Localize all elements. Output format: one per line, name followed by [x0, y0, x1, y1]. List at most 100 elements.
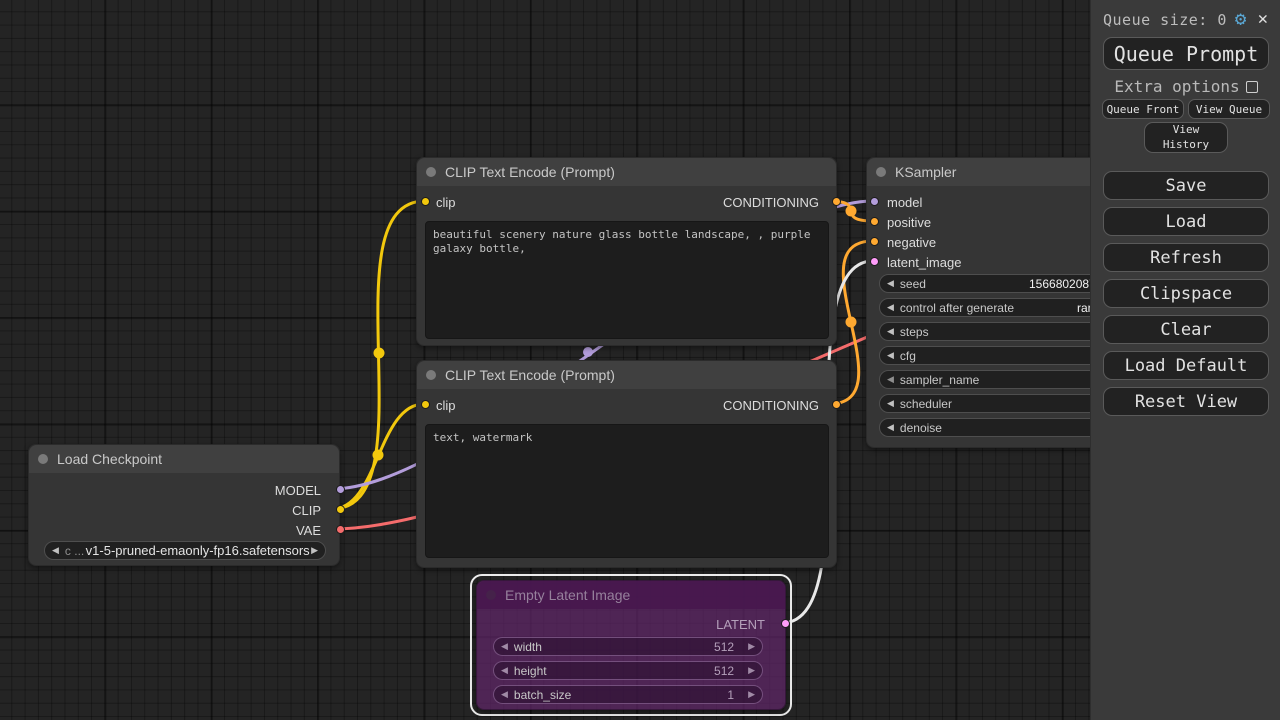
- node-title-bar[interactable]: Empty Latent Image: [477, 581, 785, 609]
- left-arrow-icon[interactable]: ◀: [501, 689, 508, 700]
- widget-name: height: [513, 663, 547, 678]
- graph-canvas[interactable]: Load Checkpoint MODEL CLIP VAE ◀ c ... v…: [0, 0, 1280, 720]
- left-arrow-icon[interactable]: ◀: [501, 665, 508, 676]
- output-pin-latent[interactable]: [781, 619, 790, 628]
- clipspace-button[interactable]: Clipspace: [1103, 279, 1269, 308]
- output-clip-label: CLIP: [292, 503, 321, 518]
- right-arrow-icon[interactable]: ▶: [311, 545, 318, 556]
- clear-button[interactable]: Clear: [1103, 315, 1269, 344]
- input-latent-image-label: latent_image: [887, 255, 962, 270]
- output-pin-clip[interactable]: [336, 505, 345, 514]
- queue-front-button[interactable]: Queue Front: [1102, 99, 1184, 119]
- left-arrow-icon[interactable]: ◀: [887, 374, 894, 385]
- collapse-dot-icon[interactable]: [426, 167, 436, 177]
- left-arrow-icon[interactable]: ◀: [887, 422, 894, 433]
- input-pin-clip[interactable]: [421, 400, 430, 409]
- load-button[interactable]: Load: [1103, 207, 1269, 236]
- link-dot[interactable]: [373, 347, 385, 359]
- widget-name: cfg: [899, 348, 916, 363]
- output-pin-model[interactable]: [336, 485, 345, 494]
- link-dot[interactable]: [372, 449, 384, 461]
- view-queue-button[interactable]: View Queue: [1188, 99, 1270, 119]
- node-title-bar[interactable]: Load Checkpoint: [29, 445, 339, 473]
- right-arrow-icon[interactable]: ▶: [748, 689, 755, 700]
- input-model-label: model: [887, 195, 923, 210]
- input-pin-positive[interactable]: [870, 217, 879, 226]
- negative-prompt-textarea[interactable]: [425, 424, 829, 558]
- collapse-dot-icon[interactable]: [426, 370, 436, 380]
- widget-name: width: [513, 639, 542, 654]
- widget-name: batch_size: [513, 687, 572, 702]
- queue-prompt-button[interactable]: Queue Prompt: [1103, 37, 1269, 70]
- output-conditioning-label: CONDITIONING: [722, 195, 819, 210]
- node-clip-text-encode-negative[interactable]: CLIP Text Encode (Prompt) clip CONDITION…: [416, 360, 841, 568]
- input-clip-label: clip: [436, 195, 456, 210]
- widget-name: control after generate: [899, 300, 1014, 315]
- link-dot[interactable]: [845, 316, 857, 328]
- input-negative-label: negative: [887, 235, 937, 250]
- node-title-bar[interactable]: CLIP Text Encode (Prompt): [417, 158, 836, 186]
- load-default-button[interactable]: Load Default: [1103, 351, 1269, 380]
- input-pin-clip[interactable]: [421, 197, 430, 206]
- width-widget[interactable]: ◀ width 512 ▶: [493, 637, 763, 656]
- ckpt-name-combo[interactable]: ◀ c ... v1-5-pruned-emaonly-fp16.safeten…: [44, 541, 326, 560]
- widget-name: scheduler: [899, 396, 952, 411]
- left-arrow-icon[interactable]: ◀: [887, 278, 894, 289]
- link-dot[interactable]: [845, 205, 857, 217]
- left-arrow-icon[interactable]: ◀: [887, 350, 894, 361]
- output-latent-label: LATENT: [716, 617, 765, 632]
- comfy-menu-panel: Queue size: 0 ⚙ ✕ Queue Prompt Extra opt…: [1090, 0, 1280, 720]
- left-arrow-icon[interactable]: ◀: [887, 398, 894, 409]
- node-load-checkpoint[interactable]: Load Checkpoint MODEL CLIP VAE ◀ c ... v…: [28, 444, 345, 566]
- widget-name: seed: [899, 276, 926, 291]
- node-title: KSampler: [895, 164, 957, 180]
- reset-view-button[interactable]: Reset View: [1103, 387, 1269, 416]
- view-history-button[interactable]: View History: [1144, 122, 1228, 153]
- output-pin-conditioning[interactable]: [832, 197, 841, 206]
- output-vae-label: VAE: [295, 523, 321, 538]
- extra-options-label: Extra options: [1114, 77, 1240, 96]
- collapse-dot-icon[interactable]: [486, 590, 496, 600]
- node-empty-latent-image[interactable]: Empty Latent Image LATENT ◀ width 512 ▶ …: [476, 580, 790, 710]
- widget-value: 512: [714, 663, 735, 678]
- input-pin-latent-image[interactable]: [870, 257, 879, 266]
- input-pin-model[interactable]: [870, 197, 879, 206]
- right-arrow-icon[interactable]: ▶: [748, 665, 755, 676]
- output-model-label: MODEL: [274, 483, 321, 498]
- node-title: Empty Latent Image: [505, 587, 631, 603]
- input-clip-label: clip: [436, 398, 456, 413]
- node-title: CLIP Text Encode (Prompt): [445, 367, 615, 383]
- node-title: CLIP Text Encode (Prompt): [445, 164, 615, 180]
- save-button[interactable]: Save: [1103, 171, 1269, 200]
- left-arrow-icon[interactable]: ◀: [887, 326, 894, 337]
- widget-name: steps: [899, 324, 929, 339]
- node-title: Load Checkpoint: [57, 451, 163, 467]
- widget-value: 1: [727, 687, 735, 702]
- node-clip-text-encode-positive[interactable]: CLIP Text Encode (Prompt) clip CONDITION…: [416, 157, 841, 346]
- batch-size-widget[interactable]: ◀ batch_size 1 ▶: [493, 685, 763, 704]
- settings-gear-icon[interactable]: ⚙: [1235, 10, 1246, 29]
- output-pin-conditioning[interactable]: [832, 400, 841, 409]
- refresh-button[interactable]: Refresh: [1103, 243, 1269, 272]
- left-arrow-icon[interactable]: ◀: [52, 545, 59, 556]
- node-title-bar[interactable]: CLIP Text Encode (Prompt): [417, 361, 836, 389]
- queue-size-label: Queue size: 0: [1103, 10, 1227, 29]
- collapse-dot-icon[interactable]: [876, 167, 886, 177]
- output-conditioning-label: CONDITIONING: [722, 398, 819, 413]
- close-icon[interactable]: ✕: [1258, 11, 1268, 28]
- collapse-dot-icon[interactable]: [38, 454, 48, 464]
- right-arrow-icon[interactable]: ▶: [748, 641, 755, 652]
- widget-name: sampler_name: [899, 372, 980, 387]
- widget-value: 512: [714, 639, 735, 654]
- widget-name: denoise: [899, 420, 942, 435]
- positive-prompt-textarea[interactable]: [425, 221, 829, 339]
- height-widget[interactable]: ◀ height 512 ▶: [493, 661, 763, 680]
- output-pin-vae[interactable]: [336, 525, 345, 534]
- extra-options-checkbox[interactable]: [1245, 80, 1258, 93]
- input-pin-negative[interactable]: [870, 237, 879, 246]
- left-arrow-icon[interactable]: ◀: [501, 641, 508, 652]
- link-dot[interactable]: [583, 347, 593, 357]
- input-positive-label: positive: [887, 215, 932, 230]
- left-arrow-icon[interactable]: ◀: [887, 302, 894, 313]
- widget-name: c ...: [64, 543, 85, 558]
